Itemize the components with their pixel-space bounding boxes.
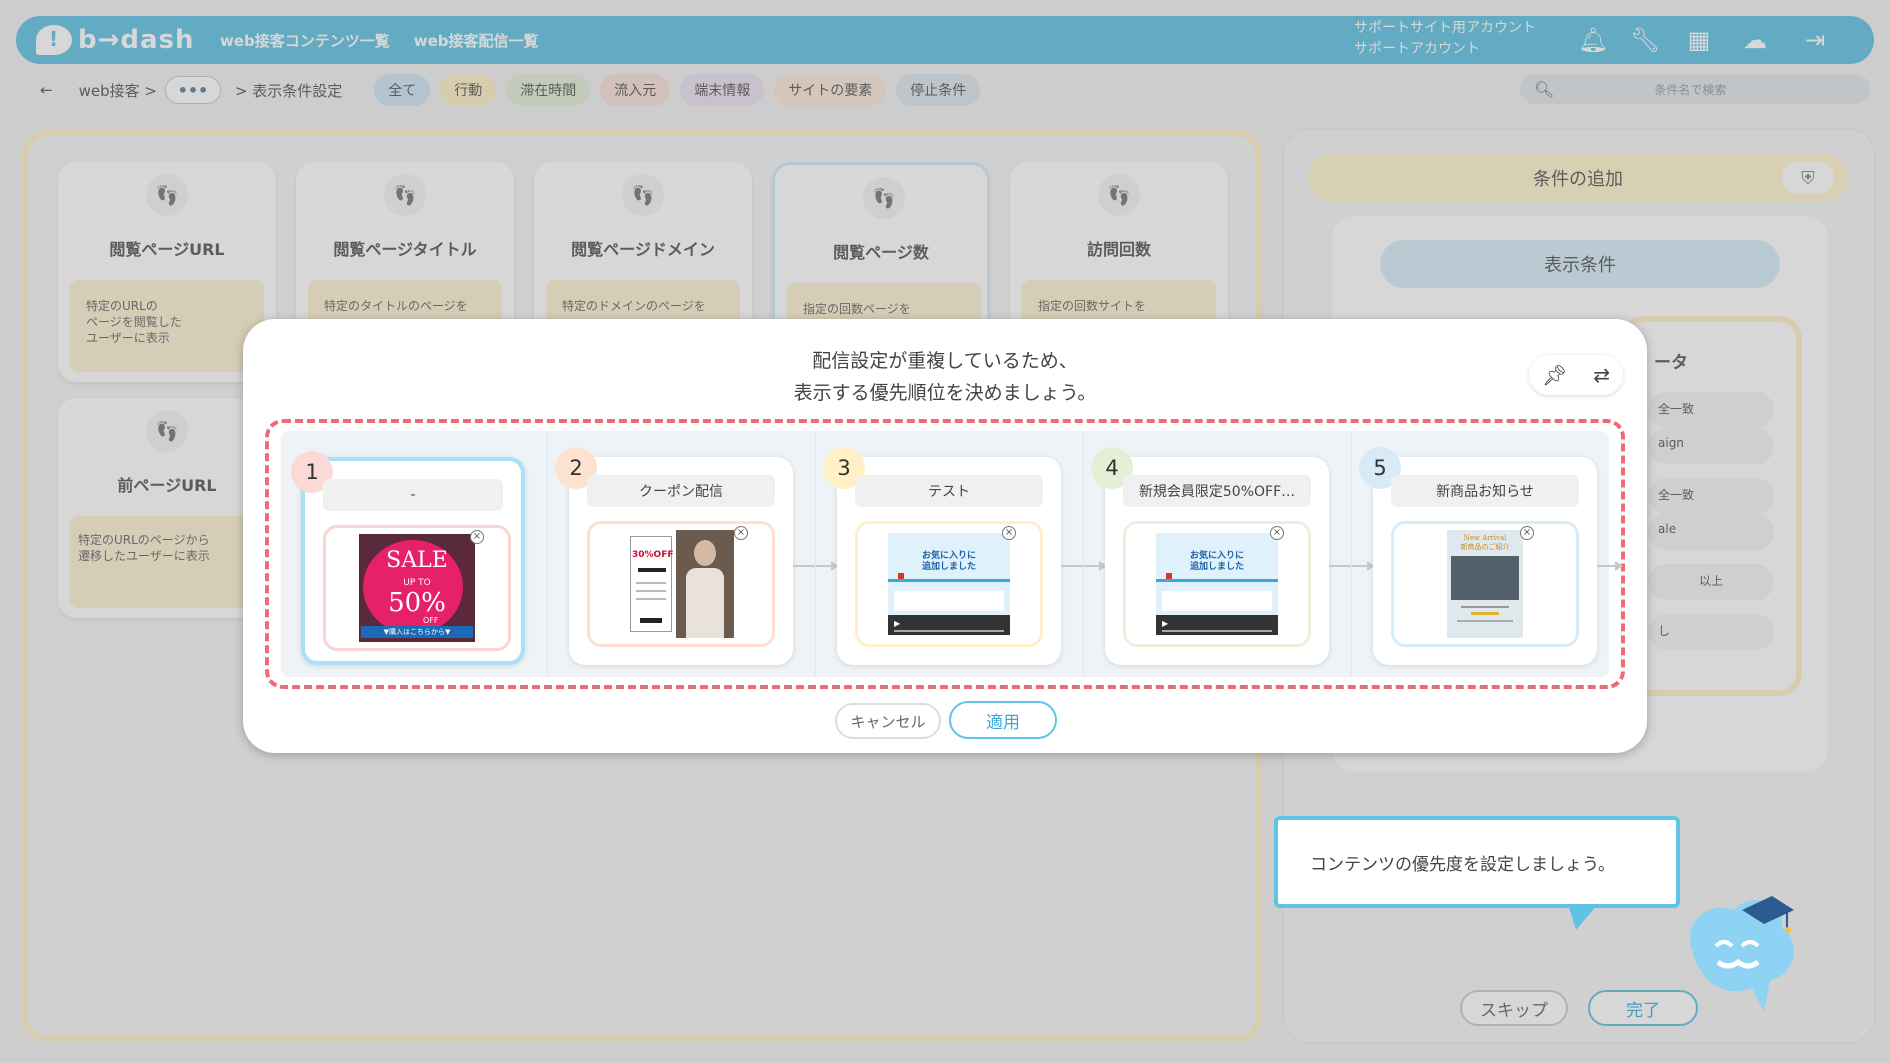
divider xyxy=(1083,431,1084,677)
priority-slot: 3 テスト お気に入りに 追加しました ▶ × xyxy=(817,441,1107,665)
guide-tooltip-text: コンテンツの優先度を設定しましょう。 xyxy=(1310,854,1615,875)
page: b→dash web接客コンテンツ一覧 web接客配信一覧 サポートサイト用アカ… xyxy=(0,0,1890,1063)
new-arrival-banner-image: New Arrival 新商品のご紹介 xyxy=(1447,530,1523,638)
close-icon[interactable]: × xyxy=(1520,526,1534,540)
video-player-bar[interactable]: ▶ xyxy=(1156,615,1278,635)
upto-text: UP TO xyxy=(403,578,431,588)
content-thumbnail: SALE UP TO 50% OFF ▼購入はこちらから▼ × xyxy=(323,525,511,651)
model-photo xyxy=(676,530,734,638)
cancel-button[interactable]: キャンセル xyxy=(835,703,941,739)
modal-toolbar: 📌︎ ⇄ xyxy=(1529,355,1623,395)
flow-arrow-icon xyxy=(1597,561,1623,571)
content-thumbnail: 30%OFF × xyxy=(587,521,775,647)
content-thumbnail: New Arrival 新商品のご紹介 × xyxy=(1391,521,1579,647)
content-name: テスト xyxy=(855,475,1043,507)
content-thumbnail: お気に入りに 追加しました ▶ × xyxy=(855,521,1043,647)
priority-drop-zone: 1 - SALE UP TO 50% OFF ▼購入はこちらから▼ × 2 クー… xyxy=(265,419,1625,689)
mascot-character xyxy=(1672,880,1812,1020)
swap-icon[interactable]: ⇄ xyxy=(1593,363,1610,387)
cta-bar[interactable]: ▼購入はこちらから▼ xyxy=(361,626,473,638)
close-icon[interactable]: × xyxy=(1270,526,1284,540)
priority-modal: 配信設定が重複しているため、 表示する優先順位を決めましょう。 📌︎ ⇄ 1 - xyxy=(243,319,1647,753)
priority-card[interactable]: 2 クーポン配信 30%OFF × xyxy=(555,447,793,665)
favorite-message: お気に入りに 追加しました xyxy=(1156,551,1278,573)
priority-card[interactable]: 5 新商品お知らせ New Arrival 新商品のご紹介 × xyxy=(1359,447,1597,665)
new-arrival-line-2: 新商品のご紹介 xyxy=(1460,543,1510,551)
content-name: - xyxy=(323,479,503,511)
coupon-percent: 30%OFF xyxy=(632,550,674,560)
content-name: クーポン配信 xyxy=(587,475,775,507)
favorite-line-2: 追加しました xyxy=(1189,562,1244,572)
sale-text: SALE xyxy=(386,548,448,573)
divider xyxy=(547,431,548,677)
divider xyxy=(815,431,816,677)
sale-banner-image: SALE UP TO 50% OFF ▼購入はこちらから▼ xyxy=(359,534,475,642)
pin-icon[interactable]: 📌︎ xyxy=(1542,363,1567,387)
video-player-bar[interactable]: ▶ xyxy=(888,615,1010,635)
priority-slot: 4 新規会員限定50%OFF… お気に入りに 追加しました ▶ × xyxy=(1085,441,1375,665)
mascot-icon xyxy=(1690,896,1794,1012)
play-icon: ▶ xyxy=(894,619,901,628)
off-text: OFF xyxy=(423,616,439,625)
new-arrival-text: New Arrival 新商品のご紹介 xyxy=(1447,534,1523,552)
play-icon: ▶ xyxy=(1162,619,1169,628)
modal-heading-line-2: 表示する優先順位を決めましょう。 xyxy=(793,382,1097,404)
favorite-line-2: 追加しました xyxy=(921,562,976,572)
guide-tooltip: コンテンツの優先度を設定しましょう。 xyxy=(1274,816,1680,930)
content-name: 新商品お知らせ xyxy=(1391,475,1579,507)
video-banner-image: お気に入りに 追加しました ▶ xyxy=(1156,533,1278,635)
video-banner-image: お気に入りに 追加しました ▶ xyxy=(888,533,1010,635)
coupon-banner-image: 30%OFF xyxy=(628,530,734,638)
priority-slot: 2 クーポン配信 30%OFF × xyxy=(549,441,839,665)
close-icon[interactable]: × xyxy=(1002,526,1016,540)
percent-text: 50% xyxy=(388,588,446,618)
priority-card[interactable]: 3 テスト お気に入りに 追加しました ▶ × xyxy=(823,447,1061,665)
priority-card[interactable]: 4 新規会員限定50%OFF… お気に入りに 追加しました ▶ × xyxy=(1091,447,1329,665)
divider xyxy=(1351,431,1352,677)
modal-heading-line-1: 配信設定が重複しているため、 xyxy=(812,350,1078,372)
clothing-photo xyxy=(1451,556,1519,600)
new-arrival-line-1: New Arrival xyxy=(1463,534,1507,542)
priority-strip: 1 - SALE UP TO 50% OFF ▼購入はこちらから▼ × 2 クー… xyxy=(281,431,1623,677)
priority-card[interactable]: 1 - SALE UP TO 50% OFF ▼購入はこちらから▼ × xyxy=(291,451,525,665)
close-icon[interactable]: × xyxy=(470,530,484,544)
content-thumbnail: お気に入りに 追加しました ▶ × xyxy=(1123,521,1311,647)
modal-heading: 配信設定が重複しているため、 表示する優先順位を決めましょう。 xyxy=(243,345,1647,409)
priority-slot: 5 新商品お知らせ New Arrival 新商品のご紹介 × xyxy=(1353,441,1623,665)
apply-button[interactable]: 適用 xyxy=(949,701,1057,739)
favorite-line-1: お気に入りに xyxy=(921,551,976,561)
favorite-line-1: お気に入りに xyxy=(1189,551,1244,561)
close-icon[interactable]: × xyxy=(734,526,748,540)
favorite-message: お気に入りに 追加しました xyxy=(888,551,1010,573)
priority-slot: 1 - SALE UP TO 50% OFF ▼購入はこちらから▼ × xyxy=(281,441,545,665)
content-name: 新規会員限定50%OFF… xyxy=(1123,475,1311,507)
